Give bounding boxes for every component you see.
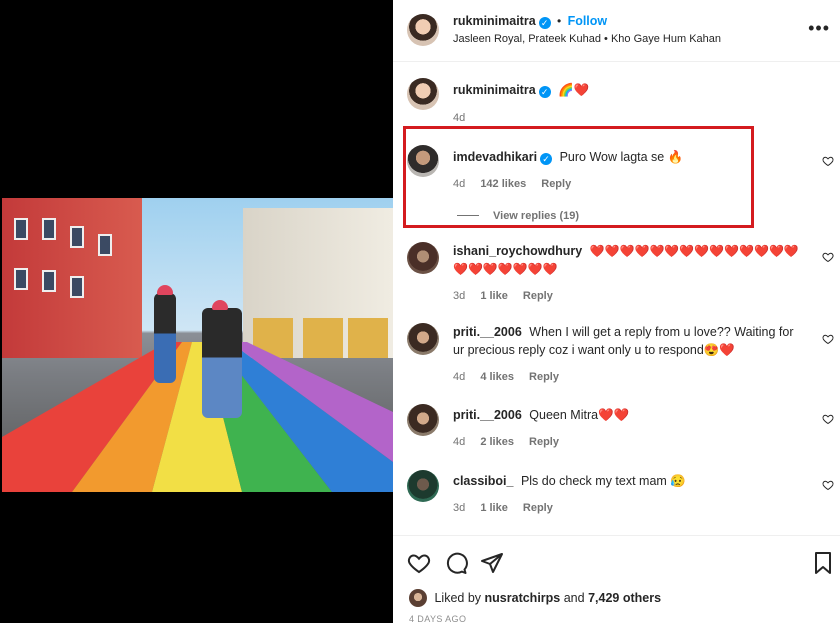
comment-like-heart-icon[interactable]	[822, 155, 834, 167]
highlight-box	[403, 126, 754, 228]
window	[42, 218, 56, 240]
comment-likes[interactable]: 1 like	[480, 290, 508, 302]
share-send-icon[interactable]	[480, 551, 504, 575]
verified-badge-icon: ✓	[538, 17, 551, 29]
red-building	[2, 198, 142, 358]
comment-likes[interactable]: 2 likes	[480, 436, 514, 448]
liked-by-line: Liked by nusratchirps and 7,429 others	[409, 589, 661, 607]
caption-row: rukminimaitra ✓ 🌈❤️ 4d	[393, 78, 840, 126]
post-details-panel: rukminimaitra ✓ • Follow Jasleen Royal, P…	[393, 0, 840, 623]
commenter-avatar[interactable]	[407, 404, 439, 436]
follow-button[interactable]: Follow	[568, 14, 608, 28]
reply-button[interactable]: Reply	[529, 371, 559, 383]
commenter-avatar[interactable]	[407, 323, 439, 355]
like-heart-icon[interactable]	[407, 551, 431, 575]
comment-row: ishani_roychowdhury ❤️❤️❤️❤️❤️❤️❤️❤️❤️❤️…	[393, 242, 840, 306]
commenter-avatar[interactable]	[407, 242, 439, 274]
comment-like-heart-icon[interactable]	[822, 479, 834, 491]
audio-line[interactable]: Jasleen Royal, Prateek Kuhad • Kho Gaye …	[453, 33, 721, 45]
person-standing	[154, 285, 176, 383]
comment-text: Pls do check my text mam 😥	[520, 474, 686, 488]
posted-time: 4 DAYS AGO	[409, 614, 467, 623]
author-username[interactable]: rukminimaitra	[453, 14, 536, 28]
likes-count[interactable]: 7,429 others	[588, 591, 661, 605]
post-actions-bar	[393, 545, 840, 581]
reply-button[interactable]: Reply	[523, 290, 553, 302]
window	[14, 218, 28, 240]
window	[70, 276, 84, 298]
actions-divider	[393, 535, 840, 536]
comment-row: classiboi_ Pls do check my text mam 😥 3d…	[393, 470, 840, 518]
comment-row: priti.__2006 Queen Mitra❤️❤️ 4d 2 likes …	[393, 404, 840, 452]
person-crouching	[202, 300, 242, 418]
post-media	[0, 0, 393, 623]
window	[98, 234, 112, 256]
commenter-avatar[interactable]	[407, 470, 439, 502]
comment-username[interactable]: ishani_roychowdhury	[453, 244, 582, 258]
comment-time: 4d	[453, 436, 466, 448]
rainbow-road	[2, 342, 393, 492]
post-photo[interactable]	[2, 198, 393, 492]
post-header: rukminimaitra ✓ • Follow Jasleen Royal, P…	[393, 0, 840, 62]
more-options-icon[interactable]: •••	[808, 18, 830, 39]
comment-likes[interactable]: 1 like	[480, 502, 508, 514]
comment-text: Queen Mitra❤️❤️	[529, 408, 630, 422]
caption-username[interactable]: rukminimaitra	[453, 83, 536, 97]
reply-button[interactable]: Reply	[529, 436, 559, 448]
liker-username[interactable]: nusratchirps	[485, 591, 561, 605]
comment-time: 3d	[453, 290, 466, 302]
caption-text: 🌈❤️	[558, 83, 590, 97]
comment-bubble-icon[interactable]	[444, 551, 468, 575]
comment-likes[interactable]: 4 likes	[480, 371, 514, 383]
window	[14, 268, 28, 290]
comment-row: priti.__2006 When I will get a reply fro…	[393, 323, 840, 387]
author-avatar[interactable]	[407, 14, 439, 46]
liked-by-prefix: Liked by	[434, 591, 482, 605]
comment-like-heart-icon[interactable]	[822, 413, 834, 425]
separator-dot: •	[557, 14, 562, 28]
comment-like-heart-icon[interactable]	[822, 333, 834, 345]
comment-time: 3d	[453, 502, 466, 514]
liker-avatar[interactable]	[409, 589, 427, 607]
comment-time: 4d	[453, 371, 466, 383]
verified-badge-icon: ✓	[538, 86, 551, 98]
liked-by-and: and	[563, 591, 585, 605]
window	[42, 270, 56, 292]
reply-button[interactable]: Reply	[523, 502, 553, 514]
window	[70, 226, 84, 248]
caption-avatar[interactable]	[407, 78, 439, 110]
comment-like-heart-icon[interactable]	[822, 251, 834, 263]
save-bookmark-icon[interactable]	[811, 551, 835, 575]
shop-building	[243, 208, 393, 358]
caption-time: 4d	[453, 112, 466, 124]
comment-username[interactable]: classiboi_	[453, 474, 513, 488]
comment-username[interactable]: priti.__2006	[453, 408, 522, 422]
comment-username[interactable]: priti.__2006	[453, 325, 522, 339]
